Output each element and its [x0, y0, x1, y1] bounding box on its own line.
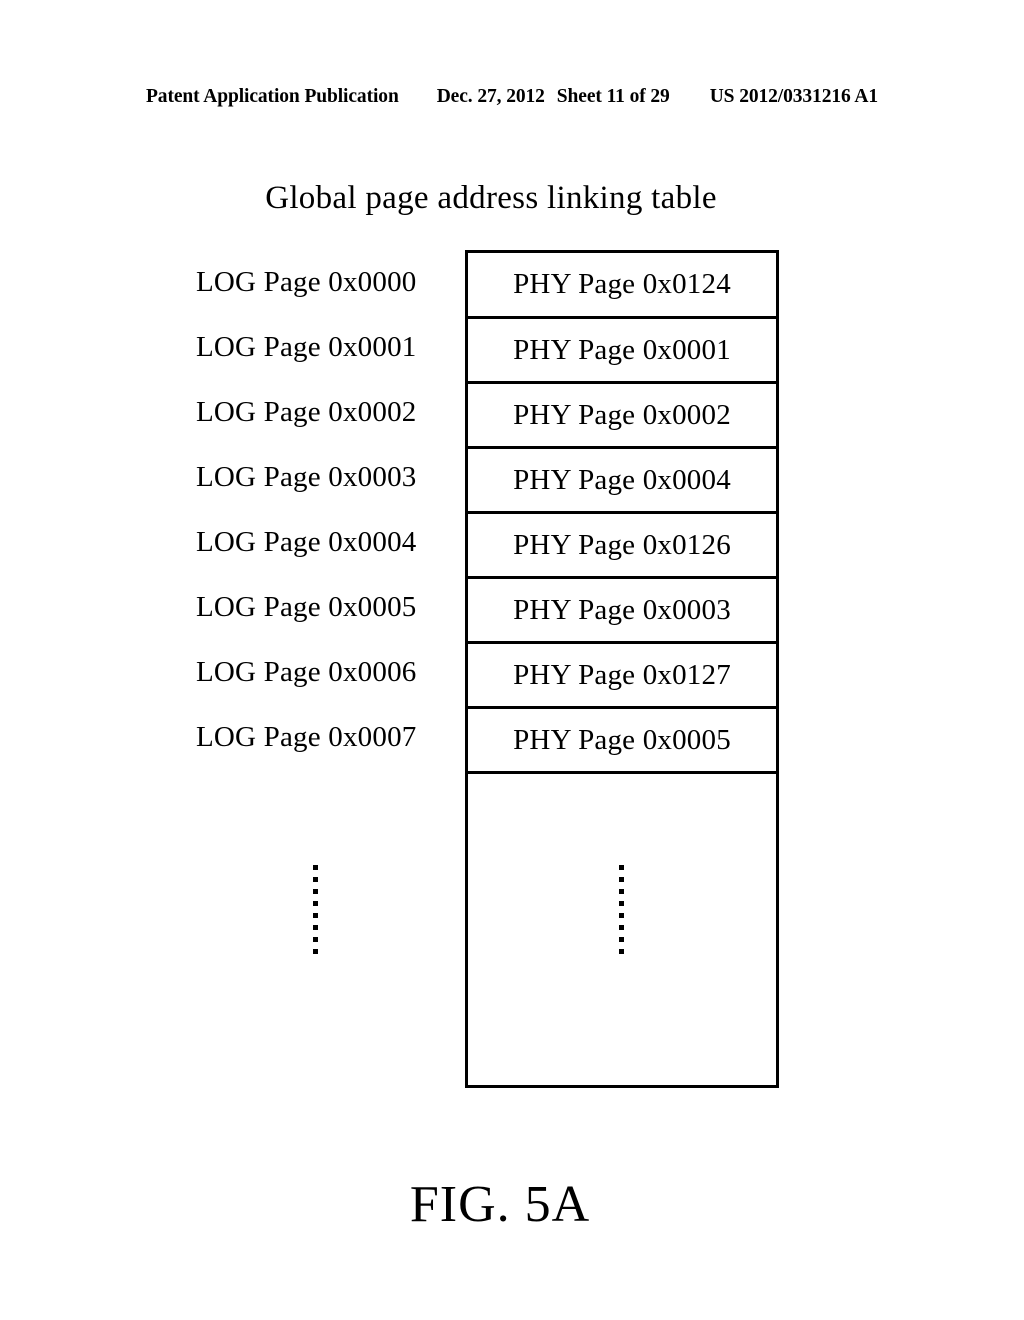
- address-linking-diagram: LOG Page 0x0000 LOG Page 0x0001 LOG Page…: [0, 250, 1024, 1090]
- ellipsis-dot: [313, 901, 318, 906]
- ellipsis-dot: [313, 937, 318, 942]
- ellipsis-dot: [313, 949, 318, 954]
- logical-page-label: LOG Page 0x0000: [196, 266, 417, 298]
- table-row: PHY Page 0x0124: [468, 253, 776, 319]
- publication-date: Dec. 27, 2012: [436, 86, 545, 107]
- physical-page-table: PHY Page 0x0124 PHY Page 0x0001 PHY Page…: [465, 250, 779, 1088]
- ellipsis-dot: [619, 913, 624, 918]
- figure-caption: FIG. 5A: [409, 1176, 591, 1233]
- patent-number: US 2012/0331216 A1: [709, 86, 878, 107]
- table-row: PHY Page 0x0126: [468, 514, 776, 579]
- ellipsis-dot: [619, 877, 624, 882]
- ellipsis-dot: [619, 901, 624, 906]
- table-row: PHY Page 0x0001: [468, 319, 776, 384]
- ellipsis-dot: [619, 925, 624, 930]
- ellipsis-dot: [313, 925, 318, 930]
- ellipsis-dot: [619, 889, 624, 894]
- table-row: PHY Page 0x0002: [468, 384, 776, 449]
- logical-page-label: LOG Page 0x0005: [196, 591, 417, 623]
- logical-page-label: LOG Page 0x0006: [196, 656, 417, 688]
- ellipsis-dot: [313, 913, 318, 918]
- figure-title: Global page address linking table: [265, 180, 717, 216]
- ellipsis-dot: [619, 865, 624, 870]
- logical-continuation-dots-icon: [313, 865, 318, 954]
- logical-page-label: LOG Page 0x0002: [196, 396, 417, 428]
- logical-page-label: LOG Page 0x0007: [196, 721, 417, 753]
- publication-header: Patent Application Publication Dec. 27, …: [0, 86, 1024, 108]
- ellipsis-dot: [313, 865, 318, 870]
- table-row: PHY Page 0x0127: [468, 644, 776, 709]
- logical-page-label: LOG Page 0x0001: [196, 331, 417, 363]
- table-row: PHY Page 0x0003: [468, 579, 776, 644]
- table-row: PHY Page 0x0005: [468, 709, 776, 774]
- logical-page-label: LOG Page 0x0004: [196, 526, 417, 558]
- logical-page-column: LOG Page 0x0000 LOG Page 0x0001 LOG Page…: [196, 250, 448, 770]
- table-row: PHY Page 0x0004: [468, 449, 776, 514]
- ellipsis-dot: [619, 937, 624, 942]
- publication-label: Patent Application Publication: [146, 86, 399, 107]
- sheet-number: Sheet 11 of 29: [556, 86, 670, 107]
- physical-continuation-dots-icon: [619, 865, 624, 954]
- ellipsis-dot: [313, 889, 318, 894]
- ellipsis-dot: [313, 877, 318, 882]
- ellipsis-dot: [619, 949, 624, 954]
- logical-page-label: LOG Page 0x0003: [196, 461, 417, 493]
